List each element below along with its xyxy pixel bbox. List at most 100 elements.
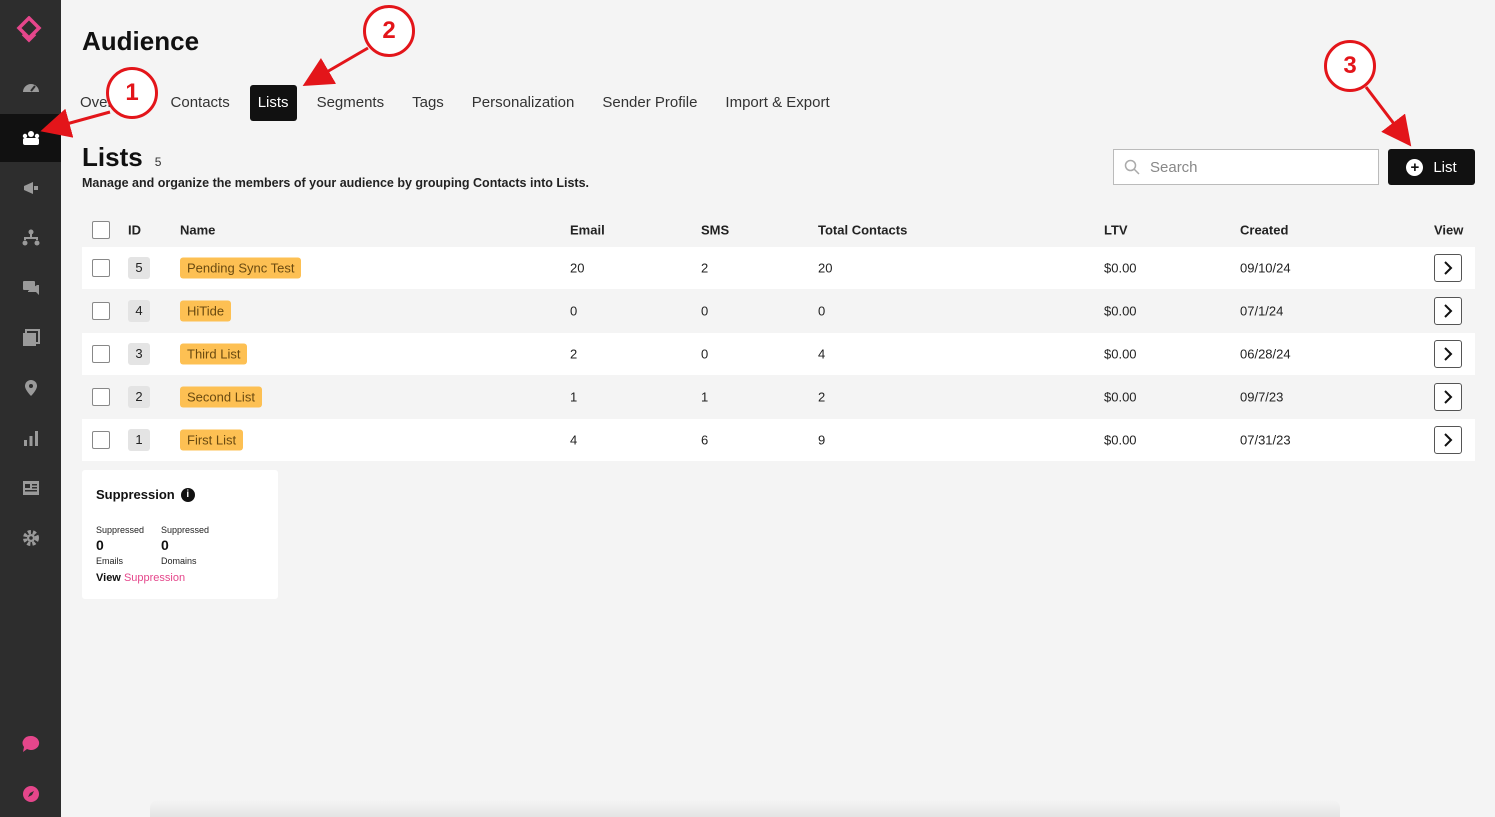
- suppression-card: Suppression i Suppressed 0 Emails Suppre…: [82, 470, 278, 599]
- row-sms: 6: [701, 432, 709, 448]
- row-id: 4: [128, 300, 150, 322]
- audience-icon[interactable]: [0, 114, 61, 162]
- view-button[interactable]: [1434, 297, 1462, 325]
- tab-bar: Overview Contacts Lists Segments Tags Pe…: [72, 85, 850, 121]
- row-total: 9: [818, 432, 826, 448]
- analytics-icon[interactable]: [0, 414, 61, 462]
- tab-import-export[interactable]: Import & Export: [717, 85, 837, 121]
- row-total: 4: [818, 346, 826, 362]
- view-button[interactable]: [1434, 383, 1462, 411]
- chevron-right-icon: [1444, 390, 1453, 404]
- row-total: 20: [818, 260, 833, 276]
- row-sms: 0: [701, 303, 709, 319]
- add-list-button[interactable]: + List: [1388, 149, 1475, 185]
- row-ltv: $0.00: [1104, 346, 1137, 362]
- row-ltv: $0.00: [1104, 432, 1137, 448]
- chevron-right-icon: [1444, 347, 1453, 361]
- row-ltv: $0.00: [1104, 303, 1137, 319]
- row-id: 2: [128, 386, 150, 408]
- col-id: ID: [128, 222, 141, 238]
- tab-tags[interactable]: Tags: [404, 85, 452, 121]
- campaign-icon[interactable]: [0, 164, 61, 212]
- row-email: 2: [570, 346, 578, 362]
- plus-icon: +: [1406, 158, 1424, 176]
- table-row[interactable]: 3 Third List 2 0 4 $0.00 06/28/24: [82, 333, 1475, 375]
- view-suppression: View Suppression: [96, 572, 185, 584]
- row-checkbox[interactable]: [92, 302, 110, 320]
- sidebar: [0, 0, 61, 817]
- annotation-badge-3: 3: [1324, 40, 1376, 92]
- tab-segments[interactable]: Segments: [309, 85, 393, 121]
- search-input[interactable]: [1150, 158, 1370, 176]
- col-view: View: [1434, 222, 1464, 238]
- row-total: 0: [818, 303, 826, 319]
- row-checkbox[interactable]: [92, 345, 110, 363]
- table-row[interactable]: 4 HiTide 0 0 0 $0.00 07/1/24: [82, 290, 1475, 332]
- col-ltv: LTV: [1104, 222, 1128, 238]
- suppressed-emails-bottom: Emails: [96, 556, 124, 566]
- annotation-arrow-3: [1364, 86, 1412, 147]
- row-email: 1: [570, 389, 578, 405]
- dashboard-icon[interactable]: [0, 64, 61, 112]
- lists-description: Manage and organize the members of your …: [82, 176, 590, 190]
- select-all-checkbox[interactable]: [92, 221, 110, 239]
- compass-icon[interactable]: [0, 770, 61, 817]
- table-row[interactable]: 1 First List 4 6 9 $0.00 07/31/23: [82, 419, 1475, 461]
- tab-sender-profile[interactable]: Sender Profile: [594, 85, 705, 121]
- row-sms: 2: [701, 260, 709, 276]
- suppressed-emails: Suppressed 0 Emails: [96, 525, 144, 566]
- suppressed-domains-count: 0: [161, 537, 169, 553]
- lists-title: Lists: [82, 142, 143, 172]
- flows-icon[interactable]: [0, 214, 61, 262]
- row-email: 20: [570, 260, 585, 276]
- forms-icon[interactable]: [0, 464, 61, 512]
- view-button[interactable]: [1434, 426, 1462, 454]
- list-name-tag[interactable]: HiTide: [180, 300, 232, 322]
- lists-table: ID Name Email SMS Total Contacts LTV Cre…: [82, 213, 1475, 462]
- table-row[interactable]: 5 Pending Sync Test 20 2 20 $0.00 09/10/…: [82, 247, 1475, 289]
- list-name-tag[interactable]: Second List: [180, 386, 262, 408]
- tab-personalization[interactable]: Personalization: [464, 85, 583, 121]
- row-checkbox[interactable]: [92, 259, 110, 277]
- view-button[interactable]: [1434, 254, 1462, 282]
- search-icon: [1124, 159, 1140, 175]
- row-checkbox[interactable]: [92, 388, 110, 406]
- col-sms: SMS: [701, 222, 730, 238]
- row-created: 07/31/23: [1240, 432, 1291, 448]
- list-name-tag[interactable]: Third List: [180, 343, 248, 365]
- suppressed-domains: Suppressed 0 Domains: [161, 525, 209, 566]
- row-checkbox[interactable]: [92, 431, 110, 449]
- row-ltv: $0.00: [1104, 260, 1137, 276]
- bottom-shadow: [150, 800, 1340, 817]
- view-suppression-link[interactable]: Suppression: [124, 572, 185, 584]
- row-created: 06/28/24: [1240, 346, 1291, 362]
- view-button[interactable]: [1434, 340, 1462, 368]
- logo-icon[interactable]: [15, 15, 43, 46]
- chat-icon[interactable]: [0, 720, 61, 768]
- search-box[interactable]: [1113, 149, 1379, 185]
- list-name-tag[interactable]: First List: [180, 429, 244, 451]
- media-icon[interactable]: [0, 314, 61, 362]
- add-list-label: List: [1433, 158, 1457, 176]
- tab-lists[interactable]: Lists: [249, 85, 297, 121]
- row-total: 2: [818, 389, 826, 405]
- row-ltv: $0.00: [1104, 389, 1137, 405]
- info-icon[interactable]: i: [180, 487, 195, 502]
- lists-count: 5: [154, 155, 162, 169]
- col-created: Created: [1240, 222, 1289, 238]
- messages-icon[interactable]: [0, 264, 61, 312]
- tab-contacts[interactable]: Contacts: [163, 85, 238, 121]
- col-email: Email: [570, 222, 605, 238]
- row-created: 09/7/23: [1240, 389, 1284, 405]
- table-row[interactable]: 2 Second List 1 1 2 $0.00 09/7/23: [82, 376, 1475, 418]
- chevron-right-icon: [1444, 304, 1453, 318]
- page-title: Audience: [82, 26, 200, 56]
- settings-icon[interactable]: [0, 514, 61, 562]
- row-email: 0: [570, 303, 578, 319]
- row-created: 09/10/24: [1240, 260, 1291, 276]
- suppressed-domains-bottom: Domains: [161, 556, 197, 566]
- location-icon[interactable]: [0, 364, 61, 412]
- row-sms: 1: [701, 389, 709, 405]
- suppressed-emails-count: 0: [96, 537, 104, 553]
- list-name-tag[interactable]: Pending Sync Test: [180, 257, 302, 279]
